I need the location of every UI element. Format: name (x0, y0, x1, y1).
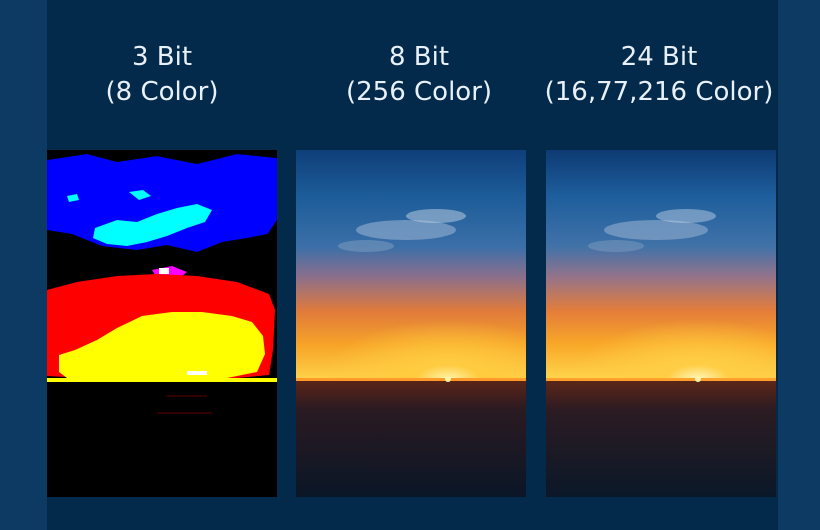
sunset-image-24-bit (546, 150, 776, 497)
sunset-3-bit-svg (47, 150, 277, 497)
comparison-frame: 3 Bit (8 Color) 8 Bit (256 Color) 24 Bit… (0, 0, 820, 530)
label-8-bit-line2: (256 Color) (345, 77, 493, 107)
label-3-bit: 3 Bit (8 Color) (37, 40, 287, 110)
sunset-8-bit-svg (296, 150, 526, 497)
label-3-bit-line1: 3 Bit (131, 42, 193, 72)
label-24-bit-line1: 24 Bit (620, 42, 698, 72)
sunset-image-3-bit (47, 150, 277, 497)
label-8-bit: 8 Bit (256 Color) (294, 40, 544, 110)
label-8-bit-line1: 8 Bit (388, 42, 450, 72)
label-24-bit: 24 Bit (16,77,216 Color) (534, 40, 784, 110)
sunset-image-8-bit (296, 150, 526, 497)
sunset-24-bit-svg (546, 150, 776, 497)
label-24-bit-line2: (16,77,216 Color) (544, 77, 774, 107)
label-3-bit-line2: (8 Color) (105, 77, 219, 107)
